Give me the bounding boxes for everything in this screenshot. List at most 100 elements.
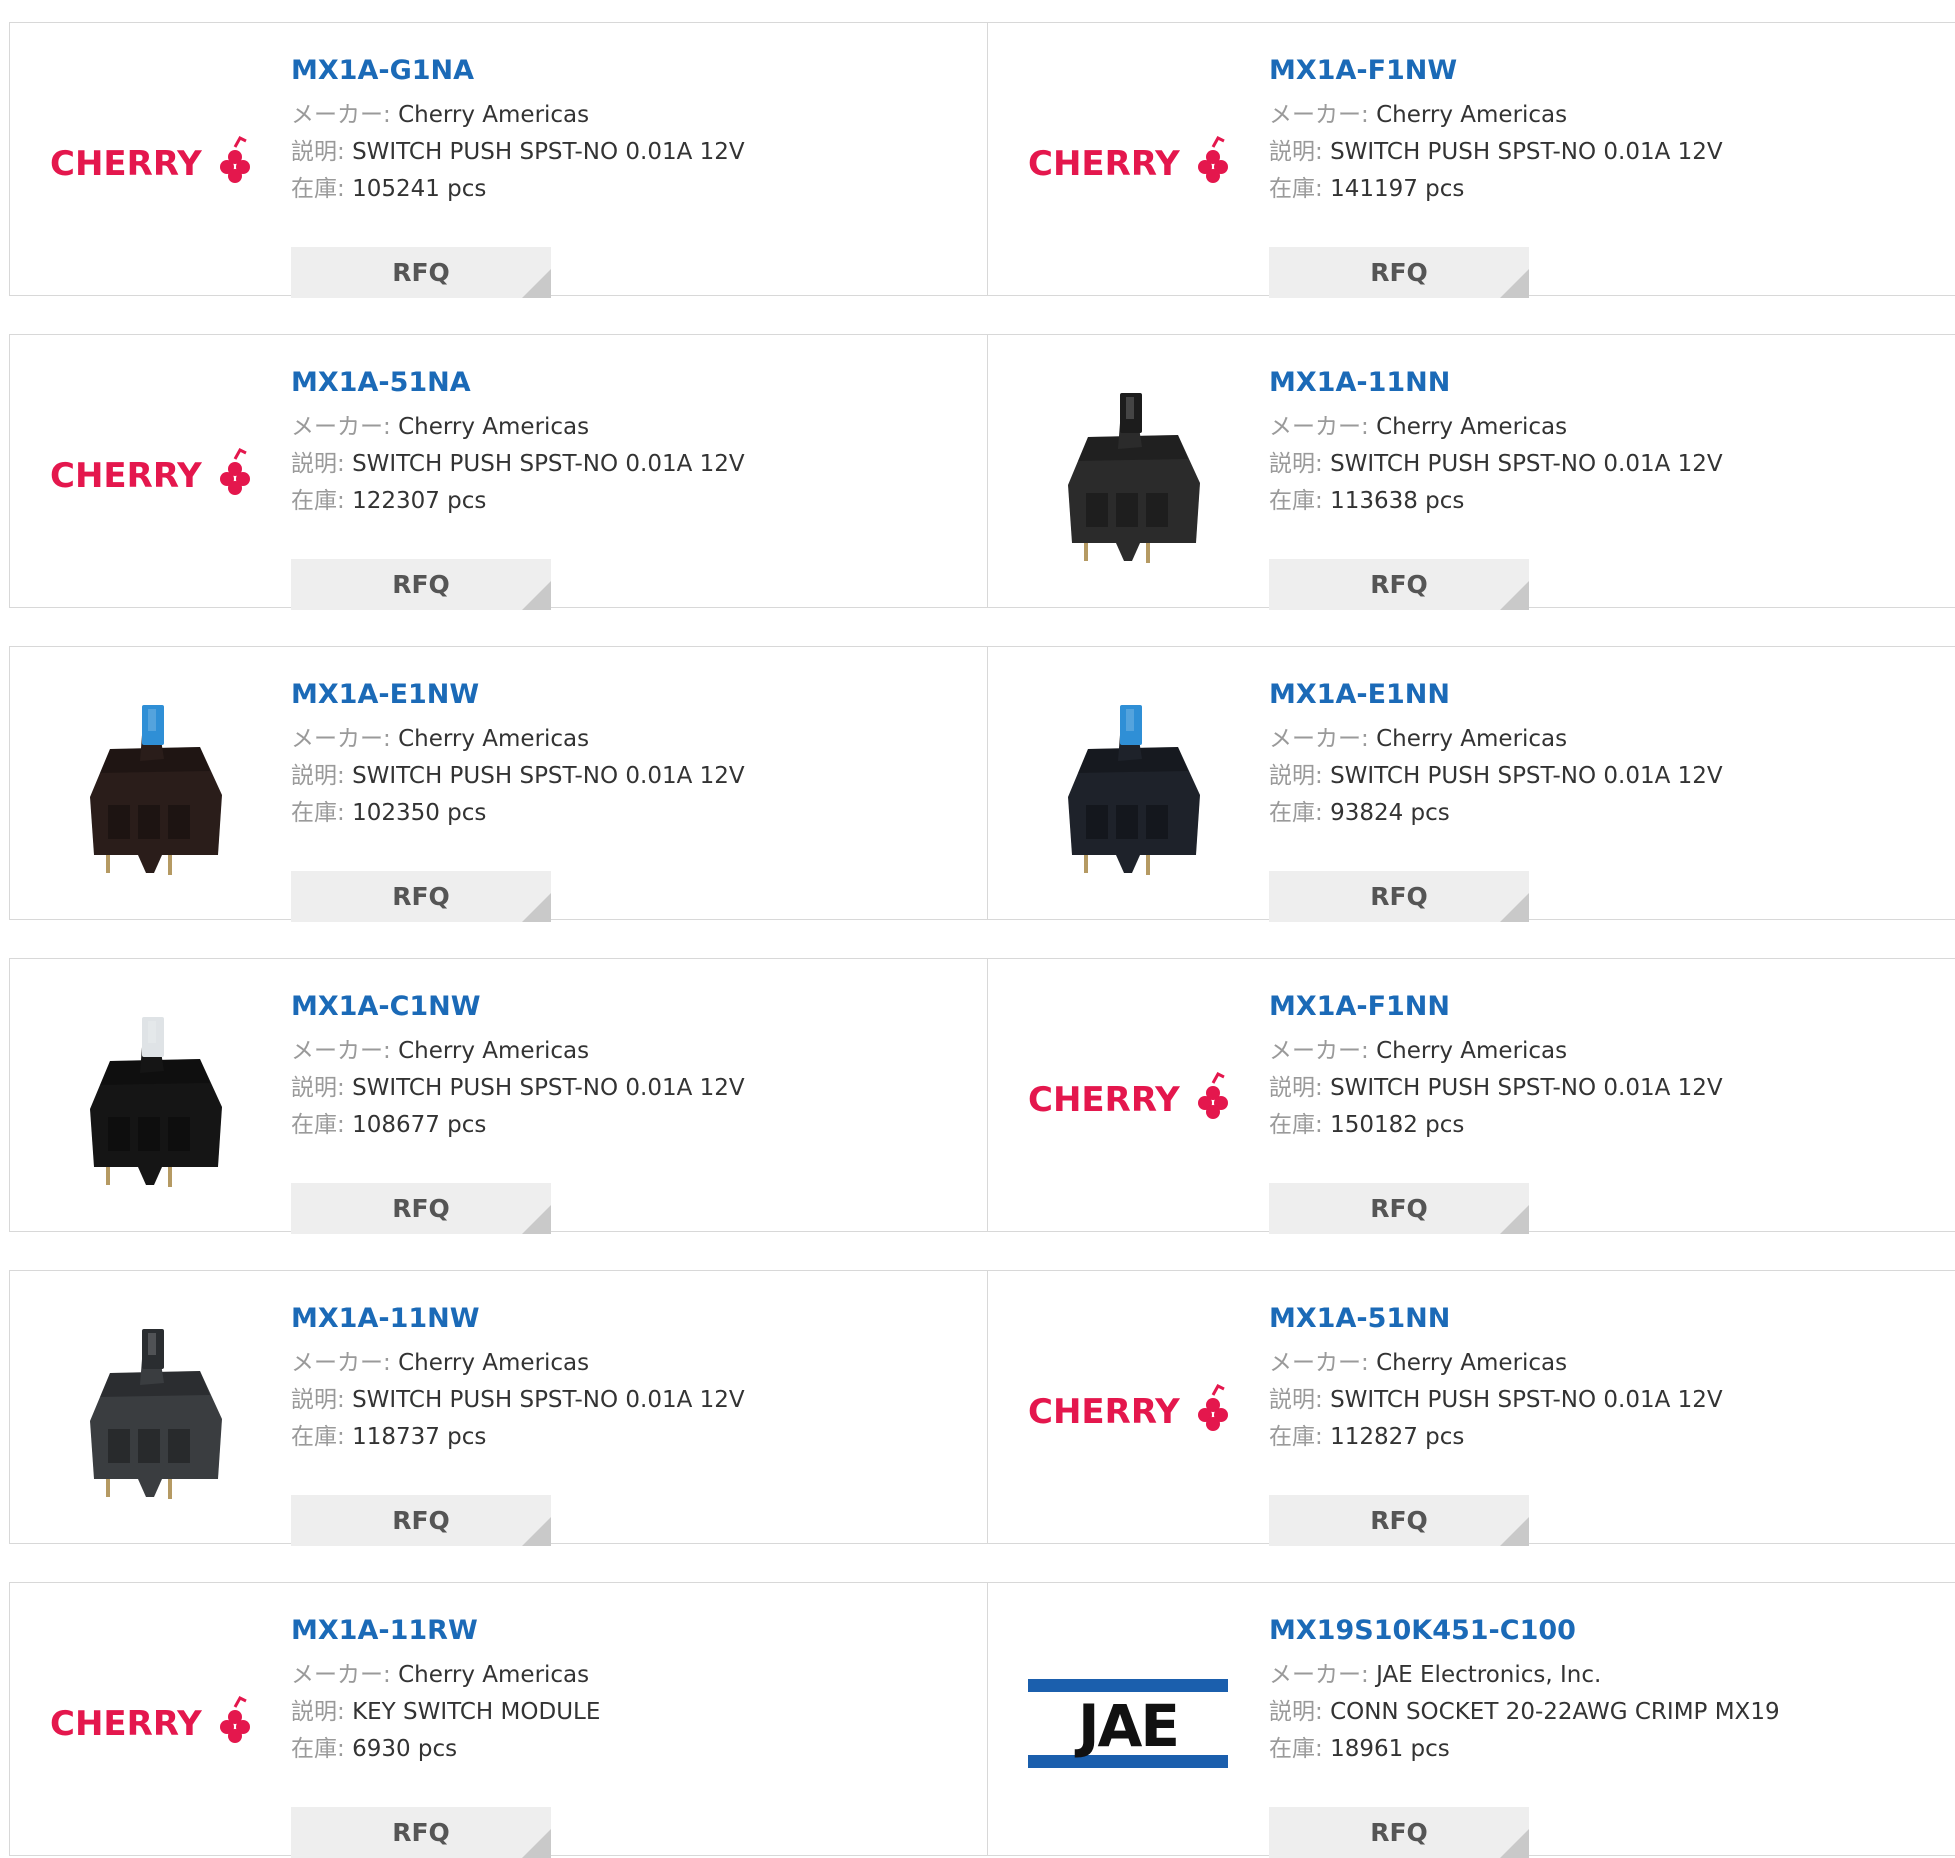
stock-value: 150182 pcs — [1330, 1112, 1465, 1138]
product-info: MX1A-11NN メーカー: Cherry Americas 説明: SWITCH… — [1269, 365, 1949, 610]
part-number-link[interactable]: MX19S10K451-C100 — [1269, 1613, 1949, 1649]
rfq-button[interactable]: RFQ — [291, 871, 551, 922]
description-line: 説明: SWITCH PUSH SPST-NO 0.01A 12V — [1269, 134, 1949, 171]
product-image[interactable] — [1028, 375, 1228, 575]
product-image[interactable] — [1028, 687, 1228, 887]
maker-label: メーカー: — [291, 1038, 391, 1064]
part-number-link[interactable]: MX1A-11NN — [1269, 365, 1949, 401]
rfq-button[interactable]: RFQ — [1269, 1495, 1529, 1546]
part-number-link[interactable]: MX1A-51NN — [1269, 1301, 1949, 1337]
rfq-button-label: RFQ — [392, 882, 450, 911]
product-card: MX1A-E1NW メーカー: Cherry Americas 説明: SWITCH… — [10, 647, 988, 922]
rfq-button[interactable]: RFQ — [1269, 1807, 1529, 1858]
corner-triangle-icon — [1500, 1205, 1529, 1234]
product-image[interactable] — [50, 999, 250, 1199]
product-image[interactable] — [50, 1311, 250, 1511]
rfq-button[interactable]: RFQ — [1269, 247, 1529, 298]
description-line: 説明: SWITCH PUSH SPST-NO 0.01A 12V — [1269, 446, 1949, 483]
description-value: SWITCH PUSH SPST-NO 0.01A 12V — [1330, 451, 1723, 477]
product-image[interactable] — [50, 687, 250, 887]
stock-value: 105241 pcs — [352, 176, 487, 202]
cherry-logo[interactable]: CHERRY — [50, 63, 250, 263]
part-number-link[interactable]: MX1A-11NW — [291, 1301, 971, 1337]
corner-triangle-icon — [522, 893, 551, 922]
description-value: SWITCH PUSH SPST-NO 0.01A 12V — [352, 139, 745, 165]
cherry-logo[interactable]: CHERRY — [50, 1623, 250, 1823]
part-number-link[interactable]: MX1A-F1NN — [1269, 989, 1949, 1025]
stock-line: 在庫: 93824 pcs — [1269, 795, 1949, 832]
product-row: CHERRY MX1A-G1NA メーカー: Cherry Americas 説明: … — [9, 22, 1955, 298]
description-line: 説明: SWITCH PUSH SPST-NO 0.01A 12V — [291, 1382, 971, 1419]
part-number-link[interactable]: MX1A-F1NW — [1269, 53, 1949, 89]
product-info: MX1A-11RW メーカー: Cherry Americas 説明: KEY SW… — [291, 1613, 971, 1858]
corner-triangle-icon — [1500, 1829, 1529, 1858]
product-info: MX1A-E1NN メーカー: Cherry Americas 説明: SWITCH… — [1269, 677, 1949, 922]
part-number-link[interactable]: MX1A-E1NN — [1269, 677, 1949, 713]
description-value: SWITCH PUSH SPST-NO 0.01A 12V — [352, 1075, 745, 1101]
product-row: MX1A-C1NW メーカー: Cherry Americas 説明: SWITCH… — [9, 958, 1955, 1234]
description-label: 説明: — [291, 139, 345, 165]
maker-label: メーカー: — [291, 1662, 391, 1688]
description-label: 説明: — [1269, 763, 1323, 789]
corner-triangle-icon — [1500, 269, 1529, 298]
maker-label: メーカー: — [1269, 414, 1369, 440]
cherry-logo[interactable]: CHERRY — [1028, 999, 1228, 1199]
description-line: 説明: CONN SOCKET 20-22AWG CRIMP MX19 — [1269, 1694, 1949, 1731]
rfq-button[interactable]: RFQ — [1269, 871, 1529, 922]
part-number-link[interactable]: MX1A-G1NA — [291, 53, 971, 89]
rfq-button[interactable]: RFQ — [291, 1495, 551, 1546]
stock-value: 108677 pcs — [352, 1112, 487, 1138]
description-value: SWITCH PUSH SPST-NO 0.01A 12V — [1330, 763, 1723, 789]
description-line: 説明: SWITCH PUSH SPST-NO 0.01A 12V — [291, 1070, 971, 1107]
stock-line: 在庫: 6930 pcs — [291, 1731, 971, 1768]
stock-line: 在庫: 113638 pcs — [1269, 483, 1949, 520]
stock-line: 在庫: 150182 pcs — [1269, 1107, 1949, 1144]
stock-label: 在庫: — [291, 176, 345, 202]
product-row: MX1A-E1NW メーカー: Cherry Americas 説明: SWITCH… — [9, 646, 1955, 922]
maker-line: メーカー: Cherry Americas — [291, 97, 971, 134]
description-label: 説明: — [291, 763, 345, 789]
stock-value: 93824 pcs — [1330, 800, 1450, 826]
part-number-link[interactable]: MX1A-C1NW — [291, 989, 971, 1025]
rfq-button[interactable]: RFQ — [1269, 1183, 1529, 1234]
part-number-link[interactable]: MX1A-51NA — [291, 365, 971, 401]
product-info: MX1A-11NW メーカー: Cherry Americas 説明: SWITCH… — [291, 1301, 971, 1546]
rfq-button[interactable]: RFQ — [291, 1807, 551, 1858]
maker-line: メーカー: Cherry Americas — [291, 1345, 971, 1382]
description-line: 説明: KEY SWITCH MODULE — [291, 1694, 971, 1731]
maker-value: Cherry Americas — [398, 1038, 590, 1064]
maker-label: メーカー: — [1269, 726, 1369, 752]
maker-label: メーカー: — [291, 414, 391, 440]
logo-text: CHERRY — [50, 1704, 202, 1744]
rfq-button-label: RFQ — [1370, 258, 1428, 287]
maker-value: Cherry Americas — [398, 414, 590, 440]
maker-label: メーカー: — [1269, 1662, 1369, 1688]
rfq-button-label: RFQ — [392, 1194, 450, 1223]
maker-label: メーカー: — [291, 1350, 391, 1376]
rfq-button[interactable]: RFQ — [291, 559, 551, 610]
product-card: CHERRY MX1A-G1NA メーカー: Cherry Americas 説明: … — [10, 23, 988, 298]
product-info: MX1A-F1NW メーカー: Cherry Americas 説明: SWITCH… — [1269, 53, 1949, 298]
rfq-button[interactable]: RFQ — [1269, 559, 1529, 610]
part-number-link[interactable]: MX1A-11RW — [291, 1613, 971, 1649]
cherry-logo[interactable]: CHERRY — [50, 375, 250, 575]
stock-line: 在庫: 18961 pcs — [1269, 1731, 1949, 1768]
product-info: MX1A-51NA メーカー: Cherry Americas 説明: SWITCH… — [291, 365, 971, 610]
rfq-button[interactable]: RFQ — [291, 247, 551, 298]
cherry-logo[interactable]: CHERRY — [1028, 63, 1228, 263]
description-value: SWITCH PUSH SPST-NO 0.01A 12V — [352, 451, 745, 477]
maker-line: メーカー: Cherry Americas — [1269, 409, 1949, 446]
corner-triangle-icon — [522, 1205, 551, 1234]
maker-label: メーカー: — [291, 726, 391, 752]
corner-triangle-icon — [522, 269, 551, 298]
description-label: 説明: — [291, 1075, 345, 1101]
product-card: MX1A-C1NW メーカー: Cherry Americas 説明: SWITCH… — [10, 959, 988, 1234]
rfq-button[interactable]: RFQ — [291, 1183, 551, 1234]
stock-line: 在庫: 118737 pcs — [291, 1419, 971, 1456]
jae-logo[interactable]: JAE — [1028, 1623, 1228, 1823]
description-label: 説明: — [291, 451, 345, 477]
product-info: MX1A-51NN メーカー: Cherry Americas 説明: SWITCH… — [1269, 1301, 1949, 1546]
part-number-link[interactable]: MX1A-E1NW — [291, 677, 971, 713]
cherry-logo[interactable]: CHERRY — [1028, 1311, 1228, 1511]
rfq-button-label: RFQ — [392, 258, 450, 287]
